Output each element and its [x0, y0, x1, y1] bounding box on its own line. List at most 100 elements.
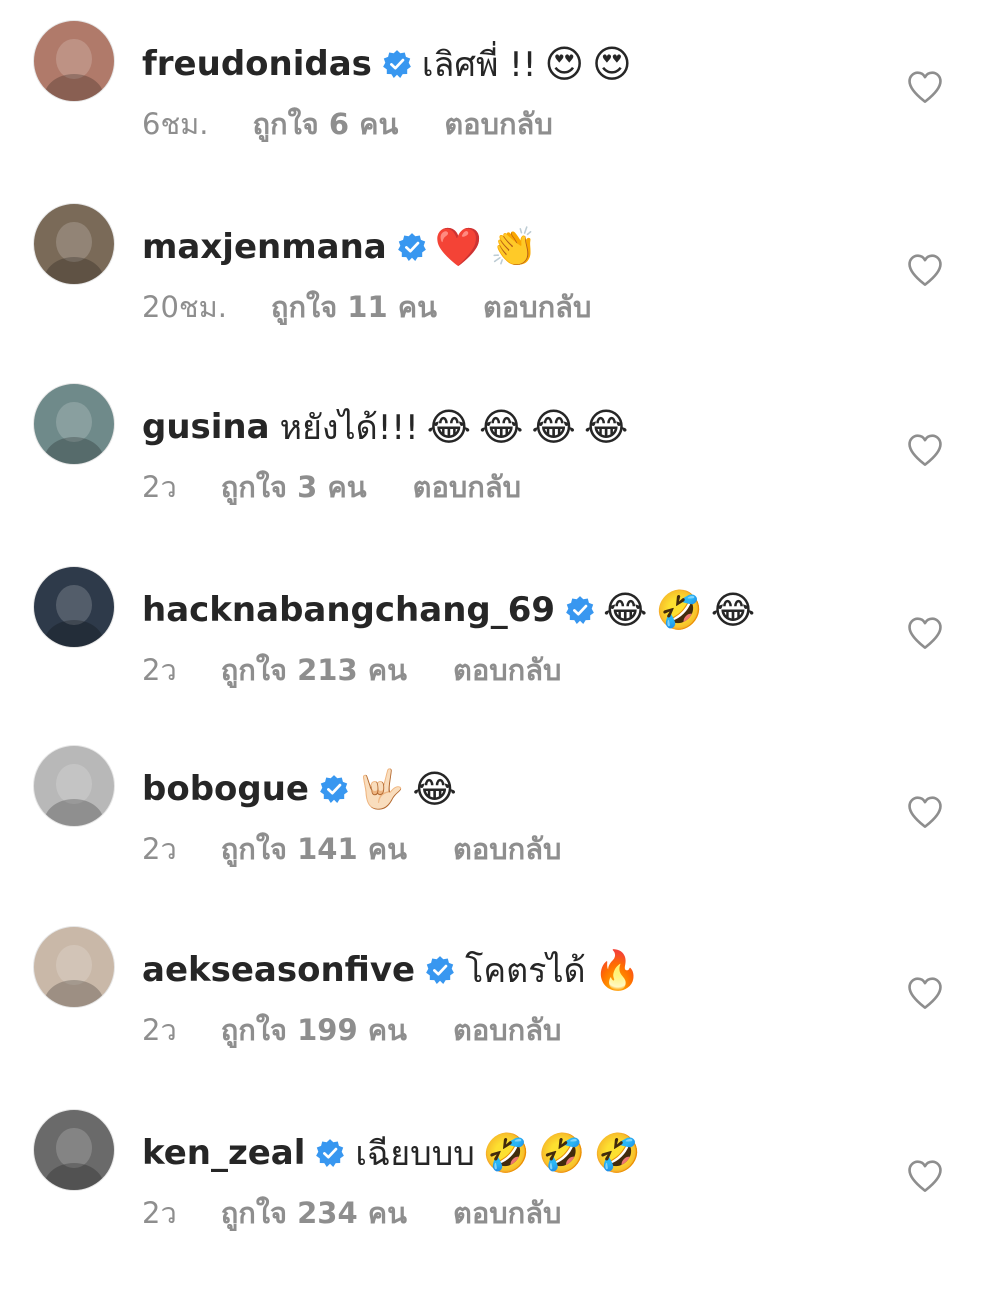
heart-outline-icon[interactable]	[906, 795, 944, 829]
reply-button[interactable]: ตอบกลับ	[453, 647, 561, 693]
comment-meta: 2ว ถูกใจ 213 คน ตอบกลับ	[142, 650, 561, 690]
heart-outline-icon[interactable]	[906, 433, 944, 467]
avatar[interactable]	[33, 745, 115, 827]
emoji: 😂	[479, 405, 524, 449]
comment-item: freudonidas เลิศพี่ !! 😍 😍 6ชม. ถูกใจ 6 คน ตอบ…	[0, 20, 1000, 200]
comment-time[interactable]: 20ชม.	[142, 284, 227, 330]
heart-outline-icon[interactable]	[906, 1159, 944, 1193]
emoji: 😂	[710, 588, 756, 632]
heart-outline-icon[interactable]	[906, 253, 944, 287]
verified-badge-icon	[382, 49, 412, 79]
username-link[interactable]: maxjenmana	[142, 227, 387, 267]
comment-line: aekseasonfive โคตรได้ 🔥	[142, 942, 641, 998]
comment-meta: 2ว ถูกใจ 199 คน ตอบกลับ	[142, 1010, 561, 1050]
emoji: 🤣	[593, 1131, 641, 1175]
username-link[interactable]: ken_zeal	[142, 1133, 305, 1173]
avatar-body	[43, 73, 105, 101]
comment-time[interactable]: 2ว	[142, 1190, 177, 1236]
likes-count-link[interactable]: ถูกใจ 199 คน	[221, 1007, 407, 1053]
avatar-body	[43, 619, 105, 647]
avatar-body	[43, 256, 105, 284]
emoji: 👏	[490, 225, 538, 269]
likes-count-link[interactable]: ถูกใจ 3 คน	[221, 464, 367, 510]
heart-outline-icon[interactable]	[906, 70, 944, 104]
comment-line: ken_zeal เฉียบบบ 🤣 🤣 🤣	[142, 1125, 641, 1181]
avatar[interactable]	[33, 1109, 115, 1191]
comment-item: bobogue 🤟🏻 😂 2ว ถูกใจ 141 คน ตอบกลับ	[0, 745, 1000, 925]
avatar-face	[56, 584, 92, 625]
likes-count-link[interactable]: ถูกใจ 234 คน	[221, 1190, 407, 1236]
avatar-face	[56, 221, 92, 262]
emoji: 🔥	[593, 948, 641, 992]
username-link[interactable]: aekseasonfive	[142, 950, 415, 990]
avatar-face	[56, 1127, 92, 1168]
comment-time[interactable]: 6ชม.	[142, 101, 208, 147]
likes-count-link[interactable]: ถูกใจ 6 คน	[252, 101, 398, 147]
username-link[interactable]: bobogue	[142, 769, 309, 809]
reply-button[interactable]: ตอบกลับ	[453, 826, 561, 872]
avatar[interactable]	[33, 383, 115, 465]
emoji: 😍	[592, 42, 632, 86]
emoji: 😂	[426, 405, 472, 449]
reply-button[interactable]: ตอบกลับ	[483, 284, 591, 330]
reply-button[interactable]: ตอบกลับ	[444, 101, 552, 147]
comment-time[interactable]: 2ว	[142, 826, 177, 872]
likes-count-link[interactable]: ถูกใจ 11 คน	[271, 284, 437, 330]
username-link[interactable]: hacknabangchang_69	[142, 590, 555, 630]
verified-badge-icon	[319, 774, 349, 804]
avatar[interactable]	[33, 20, 115, 102]
avatar-body	[43, 979, 105, 1007]
comment-text: โคตรได้	[465, 951, 586, 991]
comment-text: เลิศพี่ !!	[421, 45, 537, 85]
emoji: 🤣	[655, 588, 703, 632]
heart-outline-icon[interactable]	[906, 616, 944, 650]
comment-meta: 2ว ถูกใจ 234 คน ตอบกลับ	[142, 1193, 561, 1233]
comment-text: เฉียบบบ	[355, 1134, 475, 1174]
emoji: 🤣	[482, 1131, 531, 1175]
comment-meta: 6ชม. ถูกใจ 6 คน ตอบกลับ	[142, 104, 553, 144]
emoji: 😂	[531, 405, 576, 449]
comment-item: gusina หยังได้!!! 😂 😂 😂 😂 2ว ถูกใจ 3 คน ตอบกลับ	[0, 383, 1000, 563]
emoji: 🤟🏻	[357, 767, 405, 811]
comment-time[interactable]: 2ว	[142, 1007, 177, 1053]
avatar-body	[43, 436, 105, 464]
heart-outline-icon[interactable]	[906, 976, 944, 1010]
comment-line: freudonidas เลิศพี่ !! 😍 😍	[142, 36, 632, 92]
comment-item: hacknabangchang_69 😂 🤣 😂 2ว ถูกใจ 213 คน ตอบกล…	[0, 566, 1000, 746]
comment-text: หยังได้!!!	[279, 408, 419, 448]
comment-time[interactable]: 2ว	[142, 647, 177, 693]
avatar-face	[56, 944, 92, 985]
comment-item: ken_zeal เฉียบบบ 🤣 🤣 🤣 2ว ถูกใจ 234 คน ตอบกลับ	[0, 1109, 1000, 1289]
emoji: 😂	[412, 767, 457, 811]
username-link[interactable]: freudonidas	[142, 44, 372, 84]
likes-count-link[interactable]: ถูกใจ 141 คน	[221, 826, 407, 872]
comment-meta: 20ชม. ถูกใจ 11 คน ตอบกลับ	[142, 287, 591, 327]
verified-badge-icon	[397, 232, 427, 262]
avatar[interactable]	[33, 203, 115, 285]
emoji: ❤️	[434, 225, 483, 269]
avatar-face	[56, 763, 92, 804]
avatar-face	[56, 401, 92, 442]
avatar[interactable]	[33, 926, 115, 1008]
verified-badge-icon	[425, 955, 455, 985]
username-link[interactable]: gusina	[142, 407, 270, 447]
verified-badge-icon	[315, 1138, 345, 1168]
comment-item: maxjenmana ❤️ 👏 20ชม. ถูกใจ 11 คน ตอบกลับ	[0, 203, 1000, 383]
comment-time[interactable]: 2ว	[142, 464, 177, 510]
emoji: 😂	[583, 405, 629, 449]
reply-button[interactable]: ตอบกลับ	[413, 464, 521, 510]
comment-line: bobogue 🤟🏻 😂	[142, 761, 457, 817]
comment-item: aekseasonfive โคตรได้ 🔥 2ว ถูกใจ 199 คน ตอบกล…	[0, 926, 1000, 1106]
verified-badge-icon	[565, 595, 595, 625]
avatar-body	[43, 1162, 105, 1190]
reply-button[interactable]: ตอบกลับ	[453, 1190, 561, 1236]
comment-meta: 2ว ถูกใจ 3 คน ตอบกลับ	[142, 467, 521, 507]
reply-button[interactable]: ตอบกลับ	[453, 1007, 561, 1053]
avatar[interactable]	[33, 566, 115, 648]
emoji: 🤣	[538, 1131, 586, 1175]
emoji: 😂	[603, 588, 648, 632]
emoji: 😍	[544, 42, 585, 86]
avatar-body	[43, 798, 105, 826]
avatar-face	[56, 38, 92, 79]
likes-count-link[interactable]: ถูกใจ 213 คน	[221, 647, 407, 693]
